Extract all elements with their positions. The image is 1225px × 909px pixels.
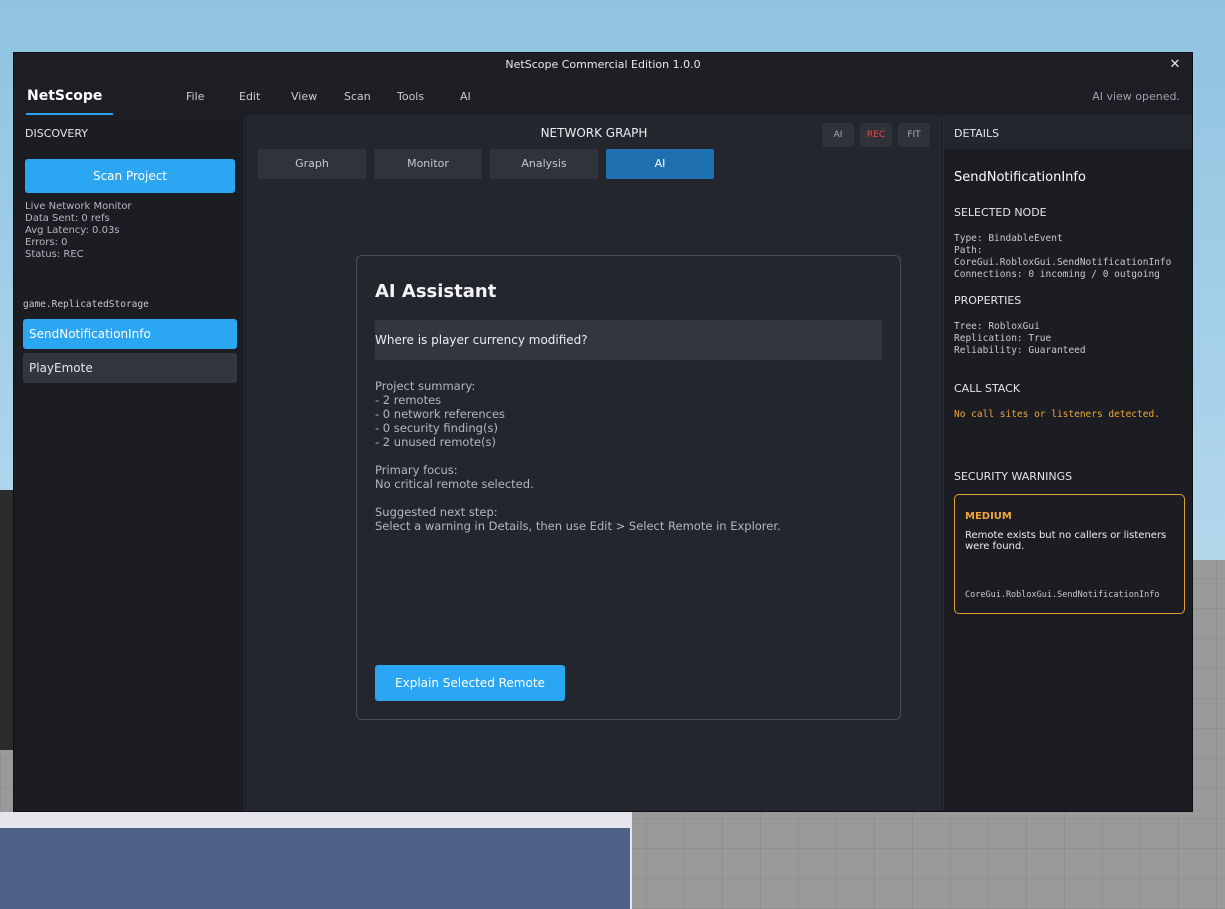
remote-item-sendnotificationinfo[interactable]: SendNotificationInfo	[23, 319, 237, 349]
menu-ai[interactable]: AI	[460, 90, 471, 103]
menu-tools[interactable]: Tools	[397, 90, 424, 103]
graph-ai-button[interactable]: AI	[822, 123, 854, 147]
selected-node-name: SendNotificationInfo	[954, 170, 1086, 185]
property-tree: Tree: RobloxGui	[954, 321, 1040, 332]
security-warnings-header: SECURITY WARNINGS	[954, 470, 1073, 483]
tab-analysis[interactable]: Analysis	[490, 149, 598, 179]
warning-severity-badge: MEDIUM	[965, 511, 1012, 522]
window-title: NetScope Commercial Edition 1.0.0	[505, 58, 701, 71]
app-window: NetScope Commercial Edition 1.0.0 ✕ NetS…	[13, 52, 1193, 812]
monitor-avg-latency: Avg Latency: 0.03s	[25, 225, 120, 236]
monitor-status: Status: REC	[25, 249, 84, 260]
discovery-header: DISCOVERY	[25, 127, 88, 140]
graph-rec-button[interactable]: REC	[860, 123, 892, 147]
ai-assistant-panel: AI Assistant Where is player currency mo…	[356, 255, 901, 720]
scan-project-button[interactable]: Scan Project	[25, 159, 235, 193]
graph-fit-button[interactable]: FIT	[898, 123, 930, 147]
tab-monitor[interactable]: Monitor	[374, 149, 482, 179]
discovery-sidebar: DISCOVERY Scan Project Live Network Moni…	[14, 115, 245, 811]
menu-file[interactable]: File	[186, 90, 204, 103]
close-icon[interactable]: ✕	[1166, 55, 1184, 75]
tab-graph[interactable]: Graph	[258, 149, 366, 179]
network-monitor-stats: Live Network Monitor Data Sent: 0 refs A…	[25, 201, 132, 261]
selected-node-header: SELECTED NODE	[954, 206, 1047, 219]
menu-scan[interactable]: Scan	[344, 90, 371, 103]
warning-path: CoreGui.RobloxGui.SendNotificationInfo	[965, 590, 1160, 600]
background-dark-object	[0, 490, 14, 750]
details-panel: DETAILS SendNotificationInfo SELECTED NO…	[943, 115, 1192, 811]
background-platform-blue	[0, 828, 630, 909]
security-warning-card[interactable]: MEDIUM Remote exists but no callers or l…	[954, 494, 1185, 614]
properties-header: PROPERTIES	[954, 294, 1022, 307]
menu-bar: NetScope File Edit View Scan Tools AI AI…	[14, 77, 1192, 115]
call-stack-message: No call sites or listeners detected.	[954, 409, 1160, 420]
title-bar[interactable]: NetScope Commercial Edition 1.0.0 ✕	[14, 53, 1192, 77]
network-graph-panel: NETWORK GRAPH AI REC FIT Graph Monitor A…	[246, 115, 942, 811]
warning-message: Remote exists but no callers or listener…	[965, 530, 1167, 552]
ai-query-input[interactable]: Where is player currency modified?	[375, 320, 882, 360]
status-message: AI view opened.	[1092, 90, 1180, 103]
tab-ai[interactable]: AI	[606, 149, 714, 179]
monitor-data-sent: Data Sent: 0 refs	[25, 213, 110, 224]
monitor-title: Live Network Monitor	[25, 201, 132, 212]
explain-selected-remote-button[interactable]: Explain Selected Remote	[375, 665, 565, 701]
node-type: Type: BindableEvent	[954, 233, 1063, 244]
node-path: CoreGui.RobloxGui.SendNotificationInfo	[954, 257, 1172, 268]
node-path-label: Path:	[954, 245, 983, 256]
ai-answer-text: Project summary: - 2 remotes - 0 network…	[375, 379, 781, 533]
remote-item-playemote[interactable]: PlayEmote	[23, 353, 237, 383]
property-replication: Replication: True	[954, 333, 1052, 344]
node-connections: Connections: 0 incoming / 0 outgoing	[954, 269, 1160, 280]
menu-view[interactable]: View	[291, 90, 317, 103]
app-logo-text: NetScope	[27, 88, 103, 104]
menu-edit[interactable]: Edit	[239, 90, 260, 103]
tree-path-label: game.ReplicatedStorage	[23, 299, 149, 310]
property-reliability: Reliability: Guaranteed	[954, 345, 1086, 356]
monitor-errors: Errors: 0	[25, 237, 68, 248]
details-header: DETAILS	[954, 127, 1000, 140]
call-stack-header: CALL STACK	[954, 382, 1021, 395]
ai-assistant-title: AI Assistant	[375, 281, 497, 302]
